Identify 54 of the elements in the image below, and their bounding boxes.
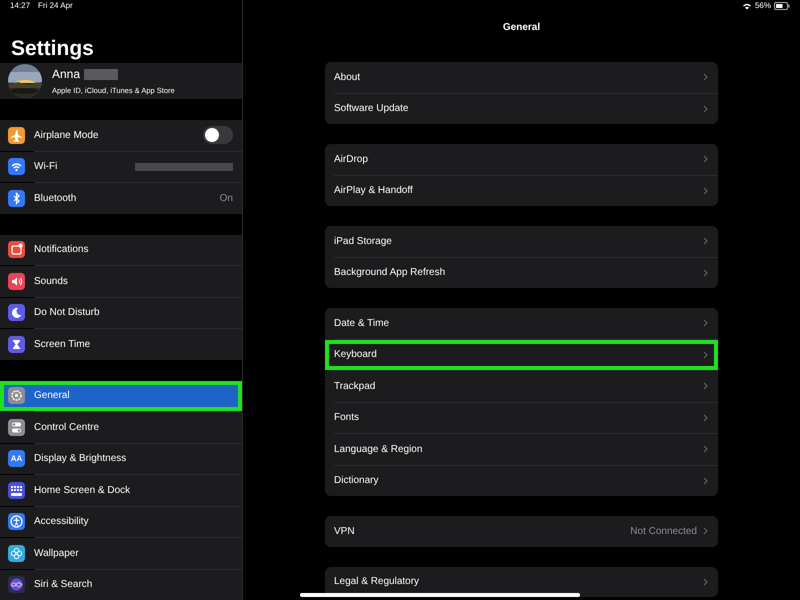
wifi-icon (742, 2, 752, 10)
sidebar-item[interactable]: Sounds (0, 266, 242, 296)
battery-icon (774, 2, 790, 10)
sidebar-item[interactable]: Home Screen & Dock (0, 475, 242, 506)
settings-row[interactable]: Keyboard (325, 340, 718, 370)
page-title: General (502, 21, 540, 35)
status-date: Fri 24 Apr (38, 0, 73, 12)
sidebar-title: Settings (10, 36, 95, 62)
sidebar-item[interactable]: Bluetooth On (0, 183, 242, 214)
sidebar-item[interactable]: Screen Time (0, 329, 242, 360)
settings-row[interactable]: Software Update (325, 94, 718, 124)
sidebar-item[interactable]: Do Not Disturb (0, 298, 242, 328)
settings-row[interactable]: Date & Time (325, 308, 718, 338)
item-value: Not Connected (630, 524, 697, 539)
sidebar-item[interactable]: Accessibility (0, 506, 242, 537)
chevron-icon (703, 268, 708, 277)
text-size-icon: AA (8, 450, 25, 468)
sidebar-item[interactable]: Airplane Mode (0, 120, 242, 150)
chevron-icon (703, 237, 708, 246)
chevron-icon (703, 445, 708, 454)
settings-row[interactable]: VPN Not Connected (325, 516, 718, 546)
chevron-icon (703, 319, 708, 328)
sidebar-item[interactable]: Siri & Search (0, 570, 242, 600)
toggle-switch[interactable] (203, 126, 233, 144)
chevron-icon (703, 104, 708, 113)
chevron-icon (703, 155, 708, 164)
sidebar-item[interactable]: Notifications (0, 234, 242, 265)
sidebar-item[interactable]: General (0, 380, 242, 411)
chevron-icon (703, 578, 708, 586)
settings-row[interactable]: Fonts (325, 402, 718, 433)
sidebar-item[interactable]: AA Display & Brightness (0, 444, 242, 474)
chevron-icon (703, 382, 708, 390)
chevron-icon (703, 414, 708, 422)
settings-row[interactable]: Background App Refresh (325, 258, 718, 288)
settings-row[interactable]: Legal & Regulatory (325, 566, 718, 597)
settings-row[interactable]: Dictionary (325, 466, 718, 496)
settings-row[interactable]: AirPlay & Handoff (325, 176, 718, 206)
sidebar-item[interactable]: Wi-Fi (0, 152, 242, 182)
chevron-icon (703, 527, 708, 536)
status-time: 14:27 (10, 0, 30, 12)
item-value: On (220, 192, 233, 206)
battery-percent: 56% (754, 0, 771, 12)
sidebar-item[interactable]: Wallpaper (0, 538, 242, 568)
settings-row[interactable]: About (325, 62, 718, 92)
chevron-icon (703, 476, 708, 485)
profile-name: Anna (52, 66, 80, 84)
settings-row[interactable]: Language & Region (325, 434, 718, 464)
settings-row[interactable]: Trackpad (325, 371, 718, 402)
settings-row[interactable]: AirDrop (325, 144, 718, 174)
chevron-icon (703, 350, 708, 359)
settings-row[interactable]: iPad Storage (325, 226, 718, 256)
chevron-icon (703, 186, 708, 195)
sidebar-item[interactable]: Control Centre (0, 412, 242, 442)
chevron-icon (703, 73, 708, 82)
